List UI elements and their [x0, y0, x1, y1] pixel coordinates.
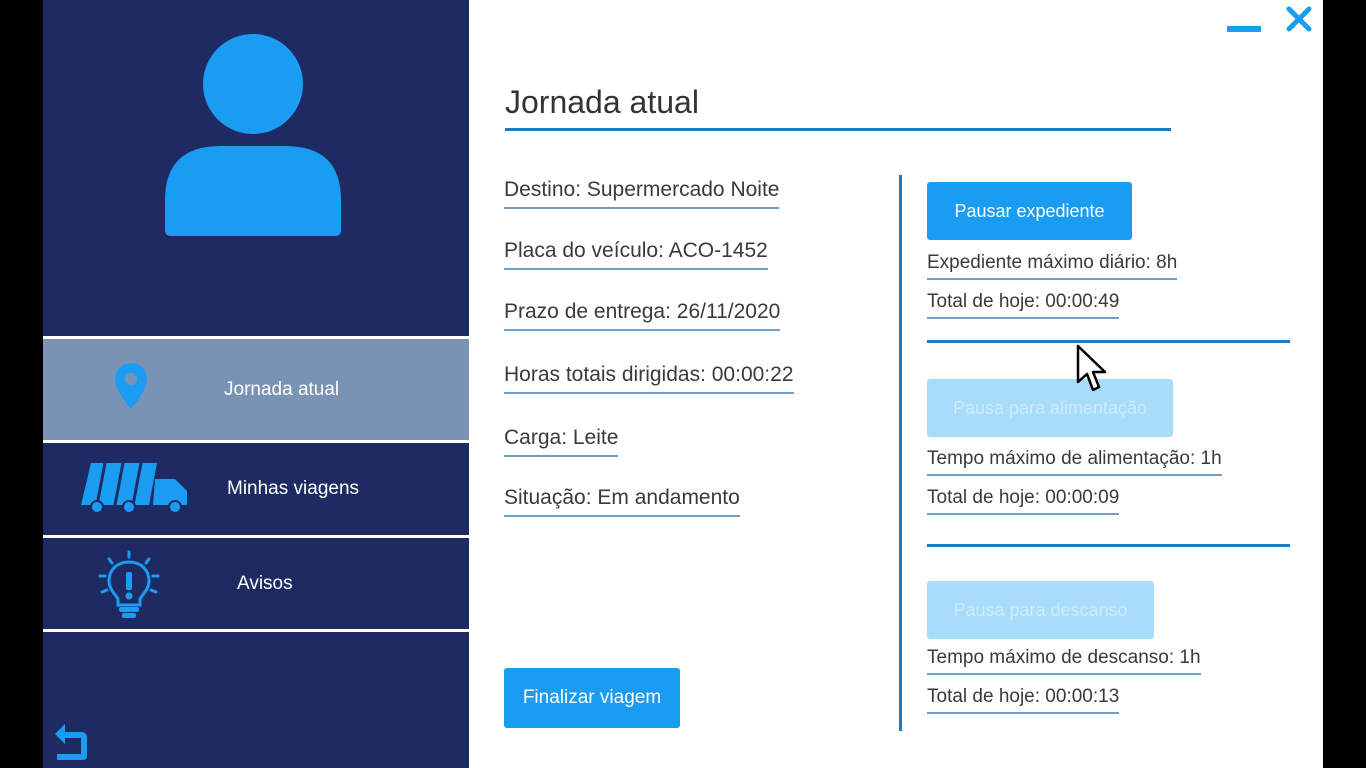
rest-max-label: Tempo máximo de descanso: 1h — [927, 647, 1201, 675]
meal-max-label: Tempo máximo de alimentação: 1h — [927, 448, 1222, 476]
page-title: Jornada atual — [505, 84, 699, 120]
work-total-label: Total de hoje: 00:00:49 — [927, 291, 1120, 319]
return-arrow-icon[interactable] — [51, 718, 91, 764]
finish-trip-button[interactable]: Finalizar viagem — [504, 668, 680, 728]
app-window: Jornada atual Minhas viagens Avisos Jorn… — [43, 0, 1323, 768]
total-driving-hours-field: Horas totais dirigidas: 00:00:22 — [504, 363, 794, 394]
vehicle-plate-field: Placa do veículo: ACO-1452 — [504, 239, 768, 270]
truck-icon — [81, 462, 187, 514]
mouse-cursor-icon — [1076, 344, 1107, 392]
user-avatar-icon — [165, 34, 341, 236]
sidebar-item-label: Minhas viagens — [227, 478, 360, 499]
sidebar: Jornada atual Minhas viagens Avisos — [43, 0, 469, 768]
rest-total-label: Total de hoje: 00:00:13 — [927, 686, 1120, 714]
cargo-field: Carga: Leite — [504, 426, 619, 457]
vertical-divider — [899, 175, 902, 731]
section-divider — [927, 544, 1290, 547]
title-underline — [505, 128, 1171, 131]
lightbulb-alert-icon — [98, 550, 160, 618]
sidebar-item-minhas-viagens[interactable]: Minhas viagens — [43, 443, 469, 538]
sidebar-item-label: Jornada atual — [224, 378, 340, 400]
sidebar-item-avisos[interactable]: Avisos — [43, 538, 469, 632]
main-panel: Jornada atual Destino: Supermercado Noit… — [469, 0, 1323, 768]
sidebar-item-label: Avisos — [237, 572, 293, 594]
destination-field: Destino: Supermercado Noite — [504, 178, 780, 209]
rest-break-button[interactable]: Pausa para descanso — [927, 581, 1154, 639]
meal-total-label: Total de hoje: 00:00:09 — [927, 487, 1120, 515]
minimize-icon[interactable] — [1227, 18, 1261, 34]
section-divider — [927, 340, 1290, 343]
delivery-deadline-field: Prazo de entrega: 26/11/2020 — [504, 300, 781, 331]
pause-work-button[interactable]: Pausar expediente — [927, 182, 1132, 240]
location-pin-icon — [115, 363, 147, 409]
sidebar-item-jornada-atual[interactable]: Jornada atual — [43, 339, 469, 443]
status-field: Situação: Em andamento — [504, 486, 740, 517]
work-max-label: Expediente máximo diário: 8h — [927, 252, 1178, 280]
meal-break-button[interactable]: Pausa para alimentação — [927, 379, 1173, 437]
close-icon[interactable] — [1284, 4, 1314, 34]
